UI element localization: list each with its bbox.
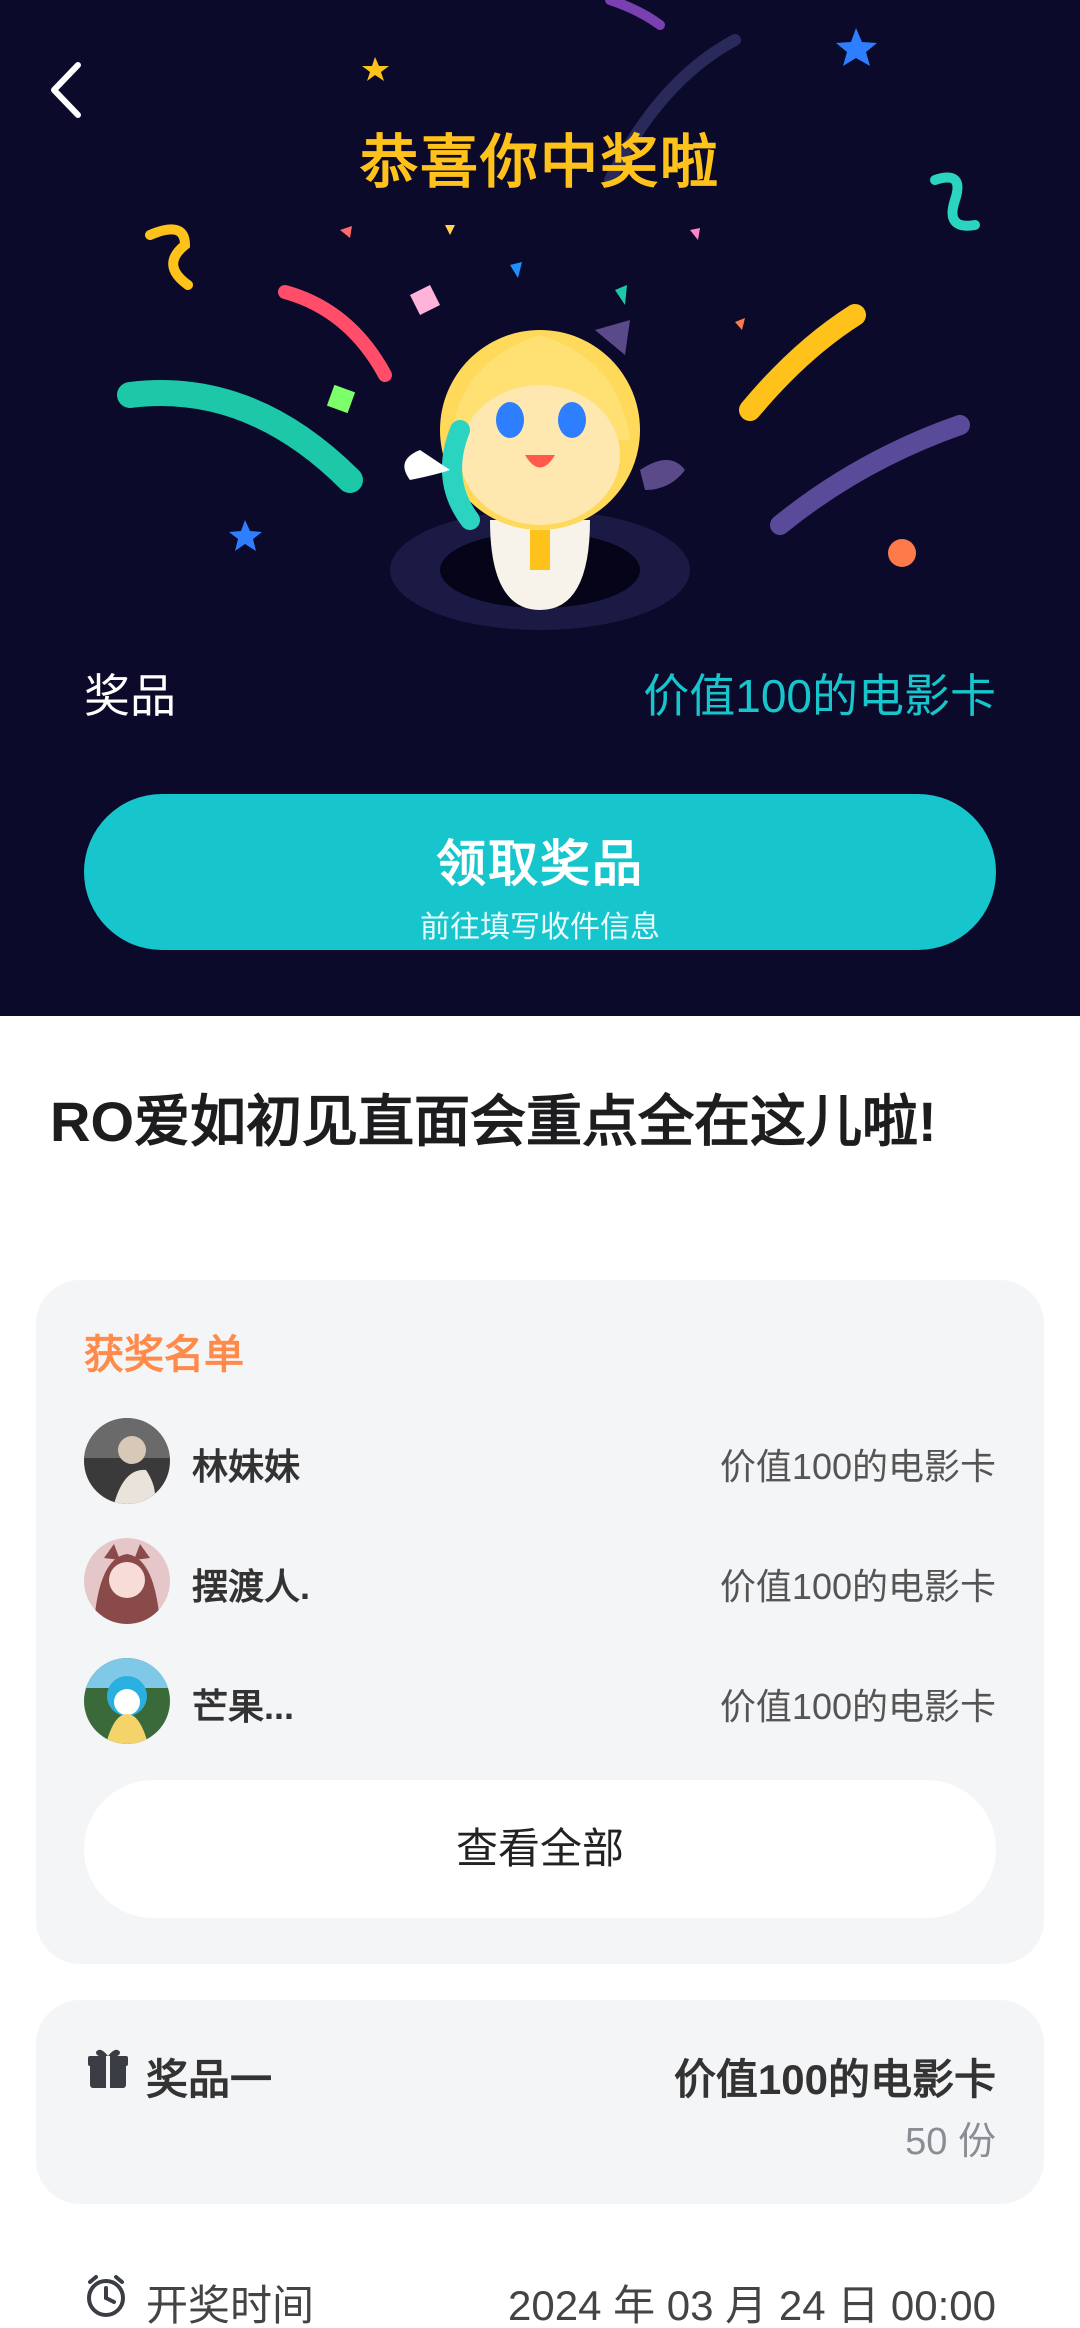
prize-item-quantity: 50 份 (905, 2121, 996, 2163)
article-title: RO爱如初见直面会重点全在这儿啦! (50, 1090, 937, 1153)
list-item[interactable]: 芒果... 价值100的电影卡 (84, 1658, 996, 1748)
winner-name: 摆渡人. (192, 1566, 311, 1607)
clock-icon (87, 2275, 125, 2317)
claim-prize-label: 领取奖品 (436, 836, 644, 892)
list-item[interactable]: 摆渡人. 价值100的电影卡 (84, 1538, 996, 1628)
list-item[interactable]: 林妹妹 价值100的电影卡 (84, 1418, 996, 1508)
claim-prize-button[interactable]: 领取奖品 前往填写收件信息 (84, 794, 996, 950)
winners-heading: 获奖名单 (84, 1333, 244, 1377)
winner-prize: 价值100的电影卡 (719, 1686, 996, 1727)
prize-hero: 恭喜你中奖啦 奖品 价值100的电影卡 领取奖品 前往填写收件信息 (0, 0, 1080, 1016)
prize-label: 奖品 (84, 670, 176, 722)
prize-item-card: 奖品一 价值100的电影卡 50 份 (36, 2000, 1044, 2204)
avatar (84, 1418, 170, 1504)
mascot-illustration (390, 320, 690, 630)
avatar (84, 1538, 170, 1624)
winner-prize: 价值100的电影卡 (719, 1566, 996, 1607)
draw-time-value: 2024 年 03 月 24 日 00:00 (508, 2282, 996, 2328)
gift-icon (88, 2049, 128, 2088)
winner-name: 芒果... (192, 1686, 295, 1727)
prize-summary: 奖品 价值100的电影卡 (84, 660, 996, 730)
winners-card: 获奖名单 林妹妹 价值100的电影卡 摆渡人. 价值100的电影卡 芒果... … (36, 1280, 1044, 1964)
view-all-button[interactable]: 查看全部 (84, 1780, 996, 1918)
claim-prize-sublabel: 前往填写收件信息 (420, 911, 660, 944)
prize-item-name: 价值100的电影卡 (673, 2056, 996, 2103)
avatar (84, 1658, 170, 1744)
page-title: 恭喜你中奖啦 (359, 130, 720, 195)
draw-time-label: 开奖时间 (146, 2282, 315, 2328)
prize-item-label: 奖品一 (146, 2056, 273, 2103)
draw-time-row: 开奖时间 2024 年 03 月 24 日 00:00 (84, 2268, 996, 2328)
winner-name: 林妹妹 (192, 1446, 301, 1487)
prize-value: 价值100的电影卡 (643, 670, 996, 722)
winner-prize: 价值100的电影卡 (719, 1446, 996, 1487)
